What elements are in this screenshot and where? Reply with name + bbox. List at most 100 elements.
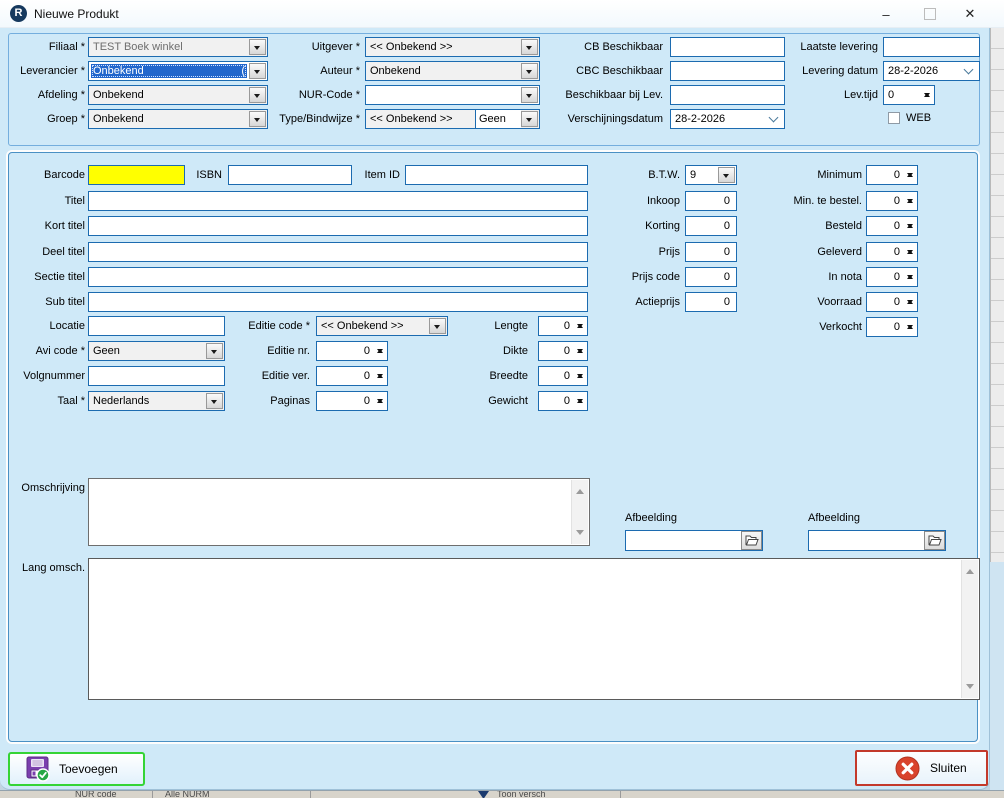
scrollbar[interactable] [961, 560, 978, 698]
avi-code-label: Avi code * [0, 345, 85, 358]
verkocht-spinner[interactable]: 0 [866, 317, 918, 337]
save-icon [26, 756, 50, 782]
item-id-label: Item ID [335, 169, 400, 182]
sub-titel-input[interactable] [88, 292, 588, 312]
spinner-down-icon[interactable] [907, 199, 913, 206]
web-checkbox[interactable] [888, 112, 900, 124]
afdeling-select[interactable]: Onbekend [88, 85, 268, 105]
korting-field[interactable]: 0 [685, 216, 737, 236]
geleverd-spinner[interactable]: 0 [866, 242, 918, 262]
titel-label: Titel [0, 195, 85, 208]
lang-omschrijving-textarea[interactable] [88, 558, 980, 700]
chevron-down-icon[interactable] [960, 63, 978, 79]
paginas-spinner[interactable]: 0 [316, 391, 388, 411]
browse-button[interactable] [924, 531, 945, 550]
sectie-titel-input[interactable] [88, 267, 588, 287]
item-id-input[interactable] [405, 165, 588, 185]
inkoop-label: Inkoop [580, 195, 680, 208]
spinner-down-icon[interactable] [907, 250, 913, 257]
actieprijs-field[interactable]: 0 [685, 292, 737, 312]
spinner-down-icon[interactable] [907, 325, 913, 332]
dropdown-arrow-icon[interactable] [521, 111, 538, 127]
titel-input[interactable] [88, 191, 588, 211]
afdeling-label: Afdeling * [0, 89, 85, 102]
isbn-label: ISBN [170, 169, 222, 182]
sluiten-button[interactable]: Sluiten [855, 750, 988, 786]
isbn-input[interactable] [228, 165, 352, 185]
cb-beschikbaar-label: CB Beschikbaar [555, 41, 663, 54]
spinner-down-icon[interactable] [907, 275, 913, 282]
dropdown-arrow-icon[interactable] [521, 39, 538, 55]
background-logo-fragment [478, 791, 489, 798]
btw-select[interactable]: 9 [685, 165, 737, 185]
paginas-label: Paginas [200, 395, 310, 408]
spinner-down-icon[interactable] [377, 374, 383, 381]
geleverd-value: 0 [894, 246, 900, 259]
laatste-levering-input[interactable] [883, 37, 980, 57]
background-table-grid [990, 28, 1004, 562]
spinner-down-icon[interactable] [577, 399, 583, 406]
spinner-down-icon[interactable] [577, 349, 583, 356]
spinner-down-icon[interactable] [924, 93, 930, 100]
kort-titel-input[interactable] [88, 216, 588, 236]
scrollbar[interactable] [571, 480, 588, 544]
geleverd-label: Geleverd [750, 246, 862, 259]
scroll-down-icon[interactable] [966, 684, 974, 693]
spinner-down-icon[interactable] [377, 399, 383, 406]
editie-ver-spinner[interactable]: 0 [316, 366, 388, 386]
scroll-up-icon[interactable] [576, 485, 584, 494]
chevron-down-icon[interactable] [765, 111, 783, 127]
spinner-down-icon[interactable] [907, 300, 913, 307]
levering-datum-picker[interactable]: 28-2-2026 [883, 61, 980, 81]
maximize-button[interactable] [910, 0, 950, 28]
uitgever-select[interactable]: << Onbekend >> [365, 37, 540, 57]
filiaal-select[interactable]: TEST Boek winkel [88, 37, 268, 57]
dikte-spinner[interactable]: 0 [538, 341, 588, 361]
prijs-code-field[interactable]: 0 [685, 267, 737, 287]
spinner-down-icon[interactable] [907, 173, 913, 180]
minimum-spinner[interactable]: 0 [866, 165, 918, 185]
deel-titel-label: Deel titel [0, 246, 85, 259]
auteur-select[interactable]: Onbekend [365, 61, 540, 81]
minimize-button[interactable]: – [866, 0, 906, 28]
close-button[interactable]: ✕ [950, 0, 990, 28]
cbc-beschikbaar-label: CBC Beschikbaar [555, 65, 663, 78]
groep-value: Onbekend [93, 110, 144, 128]
deel-titel-input[interactable] [88, 242, 588, 262]
browse-button[interactable] [741, 531, 762, 550]
verschijningsdatum-picker[interactable]: 28-2-2026 [670, 109, 785, 129]
voorraad-value: 0 [894, 296, 900, 309]
inkoop-field[interactable]: 0 [685, 191, 737, 211]
levering-datum-value: 28-2-2026 [888, 62, 938, 80]
lengte-spinner[interactable]: 0 [538, 316, 588, 336]
voorraad-spinner[interactable]: 0 [866, 292, 918, 312]
scroll-down-icon[interactable] [576, 530, 584, 539]
editie-nr-spinner[interactable]: 0 [316, 341, 388, 361]
gewicht-spinner[interactable]: 0 [538, 391, 588, 411]
dropdown-arrow-icon[interactable] [718, 167, 735, 183]
spinner-down-icon[interactable] [577, 324, 583, 331]
in-nota-spinner[interactable]: 0 [866, 267, 918, 287]
spinner-down-icon[interactable] [577, 374, 583, 381]
prijs-field[interactable]: 0 [685, 242, 737, 262]
type-bindwijze-value: << Onbekend >> [370, 110, 453, 128]
breedte-spinner[interactable]: 0 [538, 366, 588, 386]
toevoegen-button[interactable]: Toevoegen [8, 752, 145, 786]
uitgever-label: Uitgever * [245, 41, 360, 54]
type-bindwijze-select[interactable]: << Onbekend >> Geen [365, 109, 540, 129]
min-te-bestel-spinner[interactable]: 0 [866, 191, 918, 211]
selected-option: Onbekend ( [91, 64, 247, 78]
in-nota-label: In nota [750, 271, 862, 284]
scroll-up-icon[interactable] [966, 565, 974, 574]
dropdown-arrow-icon[interactable] [521, 63, 538, 79]
leverancier-select[interactable]: Onbekend ( [88, 61, 268, 81]
editie-code-select[interactable]: << Onbekend >> [316, 316, 448, 336]
spinner-down-icon[interactable] [907, 224, 913, 231]
groep-select[interactable]: Onbekend [88, 109, 268, 129]
lev-tijd-spinner[interactable]: 0 [883, 85, 935, 105]
besteld-spinner[interactable]: 0 [866, 216, 918, 236]
spinner-down-icon[interactable] [377, 349, 383, 356]
dropdown-arrow-icon[interactable] [521, 87, 538, 103]
nur-code-select[interactable] [365, 85, 540, 105]
omschrijving-textarea[interactable] [88, 478, 590, 546]
